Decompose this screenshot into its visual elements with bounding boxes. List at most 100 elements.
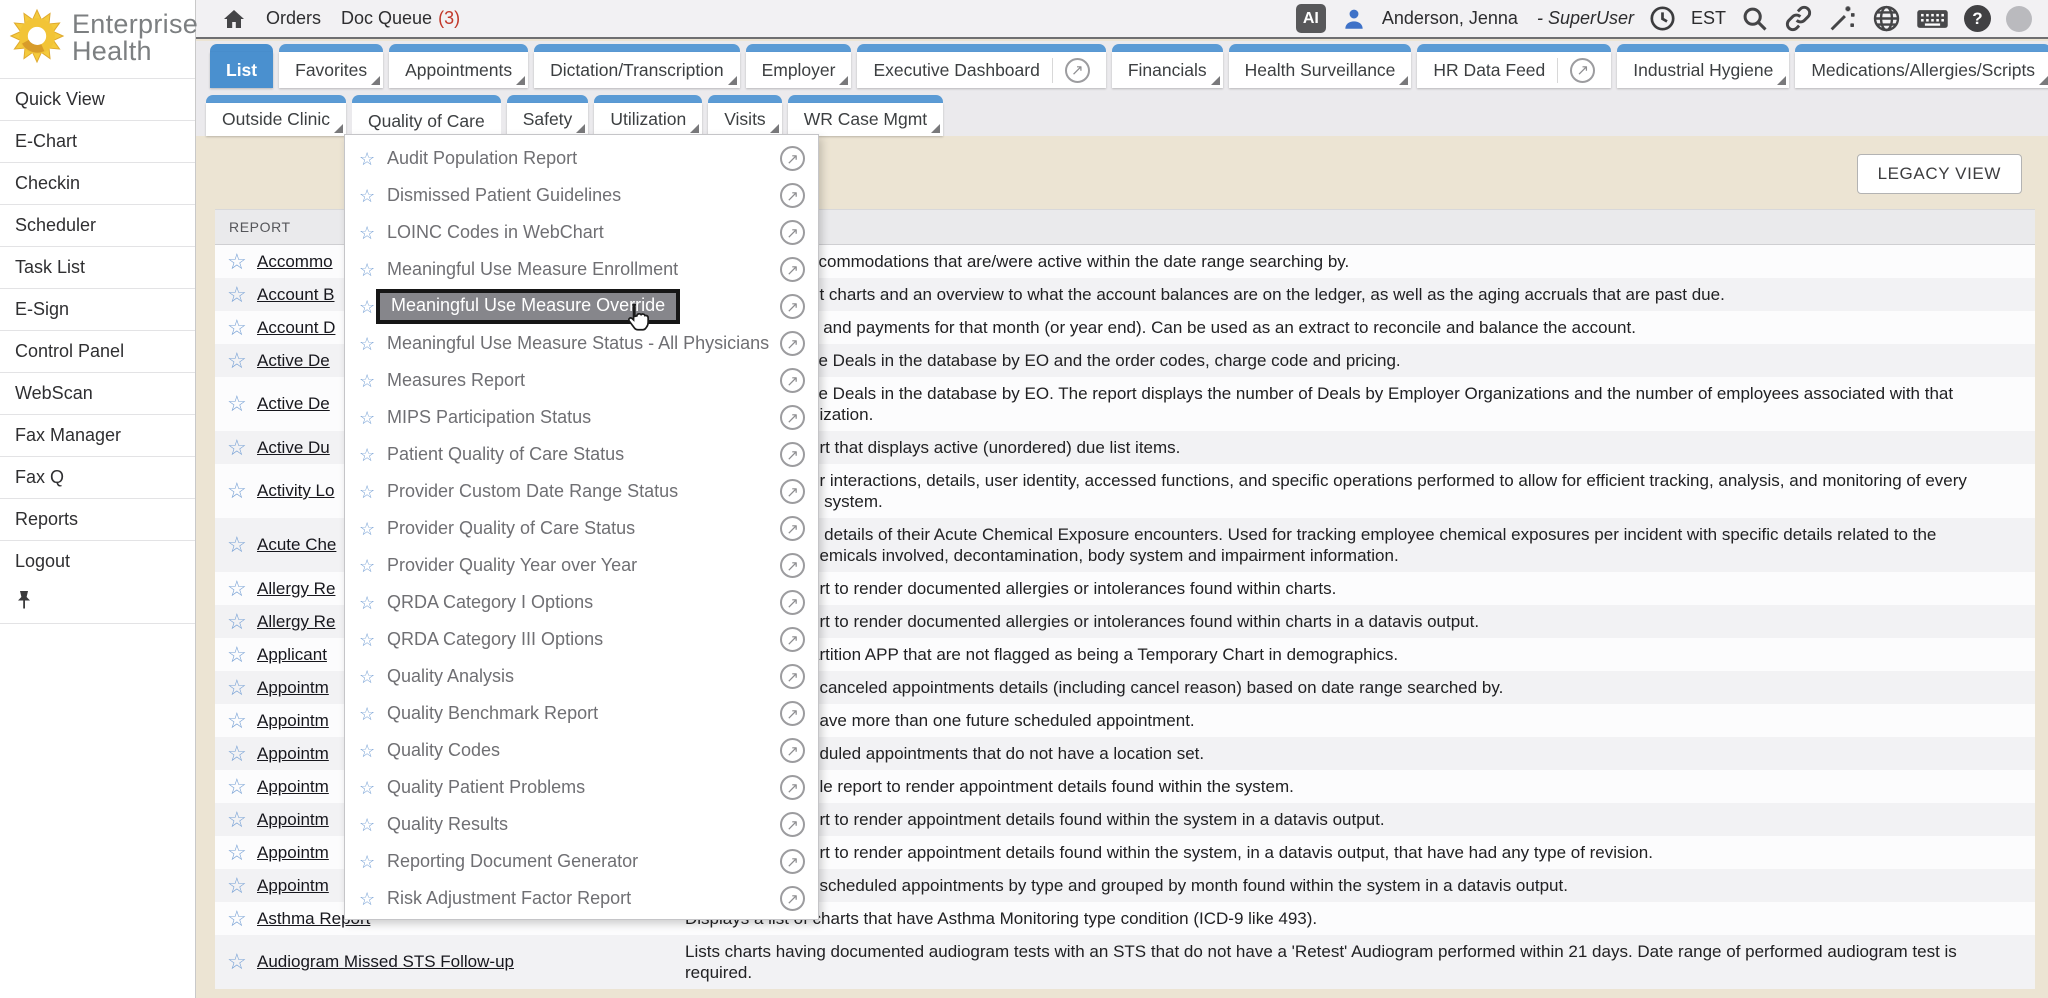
- open-in-new-icon[interactable]: ↗: [780, 812, 805, 837]
- menu-item-reporting-document-generator[interactable]: ☆Reporting Document Generator↗: [345, 843, 818, 880]
- favorite-star-icon[interactable]: ☆: [215, 480, 257, 502]
- report-link[interactable]: Acute Che: [257, 535, 336, 554]
- open-in-new-icon[interactable]: ↗: [780, 220, 805, 245]
- open-in-new-icon[interactable]: ↗: [780, 553, 805, 578]
- menu-item-loinc-codes-in-webchart[interactable]: ☆LOINC Codes in WebChart↗: [345, 214, 818, 251]
- menu-item-risk-adjustment-factor-report[interactable]: ☆Risk Adjustment Factor Report↗: [345, 880, 818, 917]
- sidebar-item-scheduler[interactable]: Scheduler: [0, 204, 195, 246]
- open-in-new-icon[interactable]: ↗: [780, 294, 805, 319]
- tab-wr-case-mgmt[interactable]: WR Case Mgmt: [788, 95, 943, 136]
- open-in-new-icon[interactable]: ↗: [780, 442, 805, 467]
- sidebar-item-reports[interactable]: Reports: [0, 498, 195, 540]
- tab-visits[interactable]: Visits: [708, 95, 782, 136]
- report-link[interactable]: Active Du: [257, 438, 330, 457]
- legacy-view-button[interactable]: LEGACY VIEW: [1857, 154, 2022, 194]
- favorite-star-icon[interactable]: ☆: [359, 779, 387, 797]
- menu-item-meaningful-use-measure-status-all-physicians[interactable]: ☆Meaningful Use Measure Status - All Phy…: [345, 325, 818, 362]
- sidebar-item-quick-view[interactable]: Quick View: [0, 78, 195, 120]
- tab-outside-clinic[interactable]: Outside Clinic: [206, 95, 346, 136]
- favorite-star-icon[interactable]: ☆: [359, 520, 387, 538]
- favorite-star-icon[interactable]: ☆: [359, 446, 387, 464]
- menu-item-quality-results[interactable]: ☆Quality Results↗: [345, 806, 818, 843]
- menu-item-quality-benchmark-report[interactable]: ☆Quality Benchmark Report↗: [345, 695, 818, 732]
- favorite-star-icon[interactable]: ☆: [359, 150, 387, 168]
- menu-item-qrda-category-iii-options[interactable]: ☆QRDA Category III Options↗: [345, 621, 818, 658]
- keyboard-icon[interactable]: [1916, 6, 1949, 32]
- favorite-star-icon[interactable]: ☆: [215, 677, 257, 699]
- sidebar-item-checkin[interactable]: Checkin: [0, 162, 195, 204]
- menu-item-dismissed-patient-guidelines[interactable]: ☆Dismissed Patient Guidelines↗: [345, 177, 818, 214]
- menu-item-patient-quality-of-care-status[interactable]: ☆Patient Quality of Care Status↗: [345, 436, 818, 473]
- avatar[interactable]: [2006, 6, 2032, 32]
- open-in-new-icon[interactable]: ↗: [780, 590, 805, 615]
- report-link[interactable]: Activity Lo: [257, 481, 334, 500]
- breadcrumb-doc-queue[interactable]: Doc Queue(3): [341, 8, 460, 29]
- report-link[interactable]: Appointm: [257, 810, 329, 829]
- favorite-star-icon[interactable]: ☆: [359, 853, 387, 871]
- menu-item-audit-population-report[interactable]: ☆Audit Population Report↗: [345, 140, 818, 177]
- favorite-star-icon[interactable]: ☆: [215, 284, 257, 306]
- favorite-star-icon[interactable]: ☆: [215, 710, 257, 732]
- external-link-icon[interactable]: ↗: [1065, 58, 1090, 83]
- tab-employer[interactable]: Employer: [746, 44, 852, 88]
- report-link[interactable]: Active De: [257, 351, 330, 370]
- open-in-new-icon[interactable]: ↗: [780, 775, 805, 800]
- favorite-star-icon[interactable]: ☆: [359, 816, 387, 834]
- report-link[interactable]: Allergy Re: [257, 612, 335, 631]
- report-link[interactable]: Accommo: [257, 252, 333, 271]
- sidebar-item-fax-q[interactable]: Fax Q: [0, 456, 195, 498]
- favorite-star-icon[interactable]: ☆: [215, 951, 257, 973]
- menu-item-measures-report[interactable]: ☆Measures Report↗: [345, 362, 818, 399]
- favorite-star-icon[interactable]: ☆: [215, 875, 257, 897]
- favorite-star-icon[interactable]: ☆: [215, 251, 257, 273]
- report-link[interactable]: Account B: [257, 285, 335, 304]
- favorite-star-icon[interactable]: ☆: [359, 890, 387, 908]
- open-in-new-icon[interactable]: ↗: [780, 331, 805, 356]
- menu-item-provider-custom-date-range-status[interactable]: ☆Provider Custom Date Range Status↗: [345, 473, 818, 510]
- sidebar-pin-toggle[interactable]: [0, 582, 195, 624]
- tab-utilization[interactable]: Utilization: [594, 95, 702, 136]
- tab-medications-allergies-scripts[interactable]: Medications/Allergies/Scripts: [1795, 44, 2048, 88]
- favorite-star-icon[interactable]: ☆: [359, 668, 387, 686]
- open-in-new-icon[interactable]: ↗: [780, 701, 805, 726]
- favorite-star-icon[interactable]: ☆: [359, 261, 387, 279]
- report-link[interactable]: Appointm: [257, 876, 329, 895]
- sidebar-item-control-panel[interactable]: Control Panel: [0, 330, 195, 372]
- favorite-star-icon[interactable]: ☆: [359, 557, 387, 575]
- favorite-star-icon[interactable]: ☆: [215, 776, 257, 798]
- menu-item-quality-analysis[interactable]: ☆Quality Analysis↗: [345, 658, 818, 695]
- report-link[interactable]: Appointm: [257, 711, 329, 730]
- user-icon[interactable]: [1341, 6, 1367, 32]
- favorite-star-icon[interactable]: ☆: [359, 594, 387, 612]
- favorite-star-icon[interactable]: ☆: [215, 842, 257, 864]
- app-logo[interactable]: EnterpriseHealth: [0, 0, 195, 78]
- home-icon[interactable]: [222, 8, 246, 30]
- clock-icon[interactable]: [1649, 5, 1676, 32]
- tab-safety[interactable]: Safety: [507, 95, 589, 136]
- search-icon[interactable]: [1741, 5, 1769, 33]
- favorite-star-icon[interactable]: ☆: [359, 187, 387, 205]
- open-in-new-icon[interactable]: ↗: [780, 886, 805, 911]
- favorite-star-icon[interactable]: ☆: [215, 393, 257, 415]
- ai-badge[interactable]: AI: [1296, 4, 1326, 33]
- favorite-star-icon[interactable]: ☆: [359, 705, 387, 723]
- report-link[interactable]: Appointm: [257, 744, 329, 763]
- tab-industrial-hygiene[interactable]: Industrial Hygiene: [1617, 44, 1789, 88]
- favorite-star-icon[interactable]: ☆: [215, 644, 257, 666]
- report-link[interactable]: Appointm: [257, 777, 329, 796]
- sidebar-item-e-chart[interactable]: E-Chart: [0, 120, 195, 162]
- menu-item-quality-codes[interactable]: ☆Quality Codes↗: [345, 732, 818, 769]
- open-in-new-icon[interactable]: ↗: [780, 257, 805, 282]
- menu-item-meaningful-use-measure-override[interactable]: ☆Meaningful Use Measure Override↗: [345, 288, 818, 325]
- open-in-new-icon[interactable]: ↗: [780, 849, 805, 874]
- tab-health-surveillance[interactable]: Health Surveillance: [1229, 44, 1412, 88]
- external-link-icon[interactable]: ↗: [1570, 58, 1595, 83]
- sidebar-item-webscan[interactable]: WebScan: [0, 372, 195, 414]
- menu-item-provider-quality-year-over-year[interactable]: ☆Provider Quality Year over Year↗: [345, 547, 818, 584]
- tab-favorites[interactable]: Favorites: [279, 44, 383, 88]
- favorite-star-icon[interactable]: ☆: [359, 409, 387, 427]
- favorite-star-icon[interactable]: ☆: [215, 317, 257, 339]
- tab-appointments[interactable]: Appointments: [389, 44, 528, 88]
- sidebar-item-fax-manager[interactable]: Fax Manager: [0, 414, 195, 456]
- report-link[interactable]: Active De: [257, 394, 330, 413]
